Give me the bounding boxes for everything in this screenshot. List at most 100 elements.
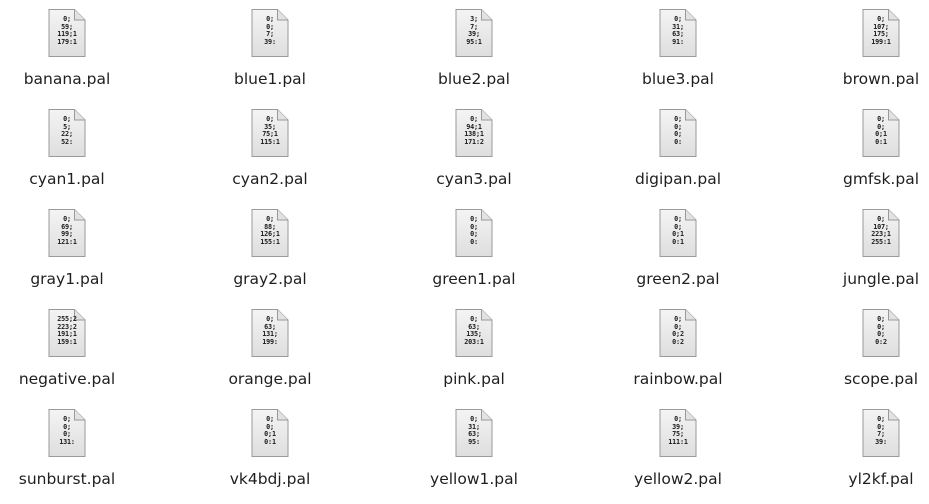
file-content-preview: 0; 0; 0;1 0:1 [664,215,693,246]
file-content-preview: 0; 0; 0; 0: [664,115,693,146]
file-item-gray1[interactable]: 0; 69; 99; 121:1 gray1.pal [0,200,142,298]
file-item-blue2[interactable]: 3; 7; 39; 95:1 blue2.pal [399,0,549,98]
file-content-preview: 0; 5; 22; 52: [53,115,82,146]
file-name-label: brown.pal [842,70,920,88]
file-name-label: blue1.pal [234,70,306,88]
file-name-label: negative.pal [18,370,116,388]
text-document-icon: 0; 31; 63; 95: [455,408,494,458]
preview-line: 0:1 [264,437,276,446]
file-name-label: gray1.pal [30,270,104,288]
text-document-icon: 0; 5; 22; 52: [48,108,87,158]
file-item-pink[interactable]: 0; 63; 135; 203:1 pink.pal [399,300,549,398]
file-item-rainbow[interactable]: 0; 0; 0;2 0:2 rainbow.pal [603,300,753,398]
file-content-preview: 0; 107; 175; 199:1 [867,15,896,46]
file-item-cyan3[interactable]: 0; 94;1 138;1 171:2 cyan3.pal [399,100,549,198]
file-item-vk4bdj[interactable]: 0; 0; 0;1 0:1 vk4bdj.pal [195,400,345,498]
file-content-preview: 0; 107; 223;1 255:1 [867,215,896,246]
preview-line: 115:1 [260,137,280,146]
preview-line: 255:1 [871,237,891,246]
text-document-icon: 0; 107; 223;1 255:1 [862,208,901,258]
file-item-orange[interactable]: 0; 63; 131; 199: orange.pal [195,300,345,398]
file-name-label: gray2.pal [233,270,307,288]
file-content-preview: 0; 0; 0;2 0:2 [664,315,693,346]
file-name-label: yl2kf.pal [848,470,914,488]
preview-line: 0: [470,237,478,246]
preview-line: 0: [674,137,682,146]
file-item-yellow1[interactable]: 0; 31; 63; 95: yellow1.pal [399,400,549,498]
file-name-label: jungle.pal [842,270,920,288]
file-content-preview: 0; 59; 119;1 179:1 [53,15,82,46]
file-content-preview: 0; 0; 0;1 0:1 [256,415,285,446]
text-document-icon: 0; 63; 131; 199: [251,308,290,358]
text-document-icon: 0; 59; 119;1 179:1 [48,8,87,58]
preview-line: 159:1 [57,337,77,346]
file-name-label: blue2.pal [438,70,510,88]
text-document-icon: 0; 107; 175; 199:1 [862,8,901,58]
text-document-icon: 0; 0; 7; 39: [251,8,290,58]
text-document-icon: 0; 69; 99; 121:1 [48,208,87,258]
file-content-preview: 0; 35; 75;1 115:1 [256,115,285,146]
file-content-preview: 0; 69; 99; 121:1 [53,215,82,246]
text-document-icon: 0; 63; 135; 203:1 [455,308,494,358]
file-item-gray2[interactable]: 0; 88; 126;1 155:1 gray2.pal [195,200,345,298]
file-item-scope[interactable]: 0; 0; 0; 0:2 scope.pal [806,300,929,398]
file-icon-grid: 0; 59; 119;1 179:1 banana.pal 0; 0; 7; 39: blue1.… [0,0,929,504]
file-item-sunburst[interactable]: 0; 0; 0; 131: sunburst.pal [0,400,142,498]
file-content-preview: 0; 94;1 138;1 171:2 [460,115,489,146]
file-item-negative[interactable]: 255;2 223;2 191;1 159:1 negative.pal [0,300,142,398]
preview-line: 95:1 [466,37,482,46]
file-content-preview: 0; 31; 63; 91: [664,15,693,46]
preview-line: 0:1 [672,237,684,246]
preview-line: 179:1 [57,37,77,46]
file-item-yellow2[interactable]: 0; 39; 75; 111:1 yellow2.pal [603,400,753,498]
file-content-preview: 0; 0; 0; 0:2 [867,315,896,346]
file-name-label: rainbow.pal [633,370,723,388]
file-name-label: digipan.pal [634,170,722,188]
file-content-preview: 0; 0; 0; 131: [53,415,82,446]
text-document-icon: 0; 0; 0; 0: [659,108,698,158]
preview-line: 0:2 [875,337,887,346]
file-item-digipan[interactable]: 0; 0; 0; 0: digipan.pal [603,100,753,198]
file-name-label: scope.pal [843,370,919,388]
file-content-preview: 0; 31; 63; 95: [460,415,489,446]
text-document-icon: 0; 94;1 138;1 171:2 [455,108,494,158]
text-document-icon: 0; 0; 0; 0:2 [862,308,901,358]
text-document-icon: 0; 0; 0;1 0:1 [251,408,290,458]
file-content-preview: 0; 88; 126;1 155:1 [256,215,285,246]
preview-line: 0:1 [875,137,887,146]
file-content-preview: 0; 0; 7; 39: [867,415,896,446]
text-document-icon: 0; 88; 126;1 155:1 [251,208,290,258]
file-item-green1[interactable]: 0; 0; 0; 0: green1.pal [399,200,549,298]
file-item-jungle[interactable]: 0; 107; 223;1 255:1 jungle.pal [806,200,929,298]
text-document-icon: 255;2 223;2 191;1 159:1 [48,308,87,358]
file-name-label: cyan3.pal [436,170,512,188]
file-content-preview: 0; 63; 131; 199: [256,315,285,346]
file-item-yl2kf[interactable]: 0; 0; 7; 39: yl2kf.pal [806,400,929,498]
file-name-label: blue3.pal [642,70,714,88]
preview-line: 0:2 [672,337,684,346]
preview-line: 91: [672,37,684,46]
preview-line: 95: [468,437,480,446]
preview-line: 171:2 [464,137,484,146]
file-content-preview: 0; 39; 75; 111:1 [664,415,693,446]
file-item-brown[interactable]: 0; 107; 175; 199:1 brown.pal [806,0,929,98]
text-document-icon: 0; 0; 0;2 0:2 [659,308,698,358]
file-item-cyan2[interactable]: 0; 35; 75;1 115:1 cyan2.pal [195,100,345,198]
text-document-icon: 0; 0; 0;1 0:1 [862,108,901,158]
text-document-icon: 0; 0; 7; 39: [862,408,901,458]
file-item-blue3[interactable]: 0; 31; 63; 91: blue3.pal [603,0,753,98]
file-name-label: sunburst.pal [18,470,116,488]
file-content-preview: 0; 0; 0;1 0:1 [867,115,896,146]
text-document-icon: 0; 39; 75; 111:1 [659,408,698,458]
file-item-gmfsk[interactable]: 0; 0; 0;1 0:1 gmfsk.pal [806,100,929,198]
file-item-banana[interactable]: 0; 59; 119;1 179:1 banana.pal [0,0,142,98]
file-name-label: vk4bdj.pal [229,470,311,488]
preview-line: 203:1 [464,337,484,346]
preview-line: 111:1 [668,437,688,446]
preview-line: 199: [262,337,278,346]
text-document-icon: 0; 35; 75;1 115:1 [251,108,290,158]
file-content-preview: 255;2 223;2 191;1 159:1 [53,315,82,346]
file-item-green2[interactable]: 0; 0; 0;1 0:1 green2.pal [603,200,753,298]
file-item-cyan1[interactable]: 0; 5; 22; 52: cyan1.pal [0,100,142,198]
file-item-blue1[interactable]: 0; 0; 7; 39: blue1.pal [195,0,345,98]
